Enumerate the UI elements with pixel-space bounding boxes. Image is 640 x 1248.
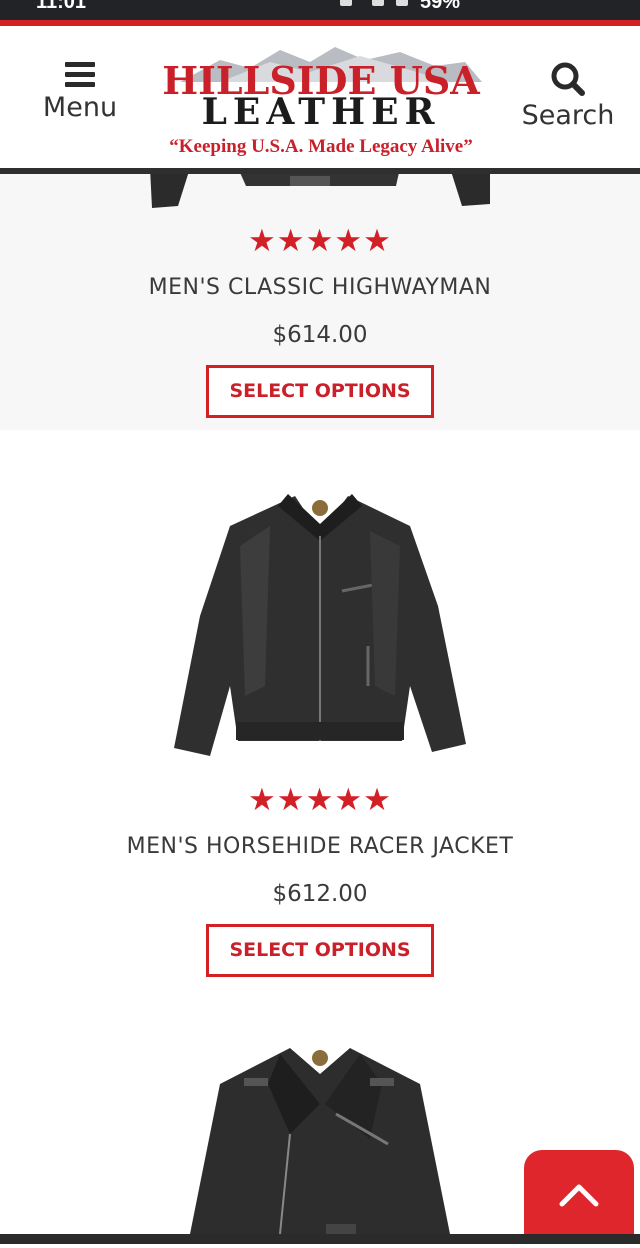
back-to-top-button[interactable]: [524, 1150, 634, 1244]
menu-button[interactable]: Menu: [30, 62, 130, 123]
select-options-button[interactable]: SELECT OPTIONS: [206, 365, 434, 418]
search-button[interactable]: Search: [510, 62, 626, 131]
chevron-up-icon: [559, 1184, 599, 1207]
select-options-button[interactable]: SELECT OPTIONS: [206, 924, 434, 977]
notification-icon: [340, 0, 352, 6]
bottom-bar: [0, 1234, 640, 1244]
wifi-icon: [372, 0, 384, 6]
logo-line-2: LEATHER: [201, 91, 441, 133]
product-image-3[interactable]: [160, 1044, 480, 1234]
site-logo[interactable]: HILLSIDE USA LEATHER “Keeping U.S.A. Mad…: [160, 42, 482, 157]
star-rating: ★★★★★: [248, 782, 392, 818]
star-rating: ★★★★★: [248, 223, 392, 259]
product-image-2[interactable]: [170, 486, 470, 771]
status-time: 11:01: [36, 0, 87, 13]
search-icon: [551, 62, 585, 96]
logo-tagline: “Keeping U.S.A. Made Legacy Alive”: [169, 136, 473, 157]
product-price: $612.00: [272, 881, 368, 907]
product-name[interactable]: MEN'S CLASSIC HIGHWAYMAN: [0, 274, 640, 302]
menu-label: Menu: [42, 92, 118, 123]
product-price: $614.00: [272, 322, 368, 348]
search-label: Search: [521, 100, 615, 131]
signal-icon: [396, 0, 408, 6]
product-name[interactable]: MEN'S HORSEHIDE RACER JACKET: [0, 833, 640, 861]
site-header: Menu HILLSIDE USA LEATHER “Keeping U.S.A…: [0, 26, 640, 174]
product-image-1[interactable]: [0, 168, 640, 213]
hamburger-icon: [30, 62, 130, 87]
product-card: ★★★★★ MEN'S CLASSIC HIGHWAYMAN $614.00 S…: [0, 224, 640, 418]
product-card: ★★★★★ MEN'S HORSEHIDE RACER JACKET $612.…: [0, 783, 640, 977]
status-bar: 11:01 59%: [0, 0, 640, 20]
battery-level: 59%: [420, 0, 461, 13]
